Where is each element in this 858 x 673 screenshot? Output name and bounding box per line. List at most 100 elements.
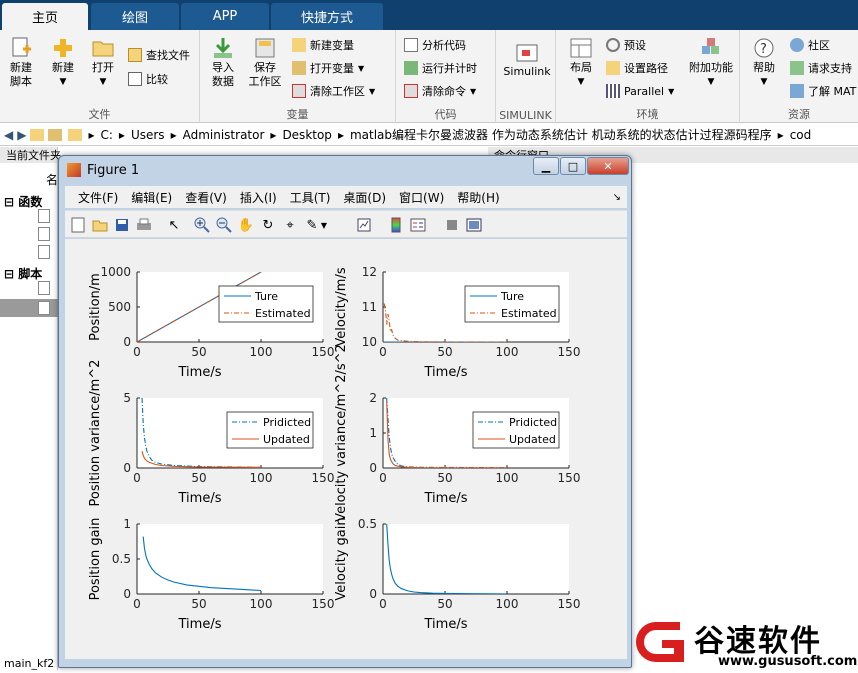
group-scripts[interactable]: ⊟ 脚本 (4, 265, 42, 282)
tab-apps[interactable]: APP (181, 3, 269, 30)
path-segment[interactable]: Users (131, 128, 165, 142)
request-support-button[interactable]: 请求支持 (790, 59, 852, 77)
pan-icon[interactable]: ✋ (237, 216, 255, 234)
matlab-logo-icon (67, 163, 81, 177)
addons-button[interactable]: 附加功能 ▼ (686, 32, 736, 89)
preferences-button[interactable]: 预设 (606, 36, 646, 54)
addons-icon (699, 37, 723, 59)
y-tick-label: 5 (123, 391, 131, 405)
tab-plots[interactable]: 绘图 (91, 3, 179, 30)
clear-workspace-button[interactable]: 清除工作区 ▼ (292, 82, 375, 100)
menu-help[interactable]: 帮助(H) (457, 189, 499, 206)
path-segment[interactable]: matlab编程卡尔曼滤波器 作为动态系统估计 机动系统的状态估计过程源码程序 (350, 126, 772, 143)
community-button[interactable]: 社区 (790, 36, 830, 54)
maximize-button[interactable]: □ (560, 157, 586, 175)
path-segment[interactable]: cod (790, 128, 812, 142)
legend[interactable]: Ture Estimated (464, 285, 560, 323)
link-plot-icon[interactable] (355, 216, 373, 234)
section-variable: 导入 数据 保存 工作区 新建变量 打开变量 ▼ 清除工作区 ▼ 变量 (200, 30, 396, 123)
figure-title: Figure 1 (87, 162, 140, 178)
parallel-button[interactable]: Parallel ▼ (606, 82, 674, 100)
section-label-code: 代码 (434, 108, 457, 121)
column-name-header[interactable]: 名 (46, 171, 58, 188)
tab-home[interactable]: 主页 (2, 3, 88, 30)
import-data-button[interactable]: 导入 数据 (202, 32, 244, 89)
subplot-6[interactable]: 0 50 100 150 0 0.5 Time/s Velocity gain (334, 517, 580, 632)
file-icon[interactable] (38, 209, 50, 223)
save-workspace-button[interactable]: 保存 工作区 (244, 32, 286, 89)
menu-insert[interactable]: 插入(I) (240, 189, 277, 206)
x-tick-label: 150 (558, 597, 581, 611)
clear-commands-button[interactable]: 清除命令 ▼ (404, 82, 476, 100)
subplot-2[interactable]: 0 50 100 150 10 11 12 Time/s Velocity/m/s Ture Est… (334, 265, 580, 380)
layout-button[interactable]: 布局 ▼ (558, 32, 604, 89)
path-segment[interactable]: C: (101, 128, 113, 142)
legend-entry: Estimated (255, 307, 311, 320)
y-axis-label: Velocity variance/m^2/s^2 (334, 344, 349, 522)
forward-icon[interactable]: ▶ (17, 128, 26, 142)
menu-file[interactable]: 文件(F) (78, 189, 118, 206)
data-cursor-icon[interactable]: ⌖ (281, 216, 299, 234)
zoom-out-icon[interactable] (215, 216, 233, 234)
section-environment: 布局 ▼ 预设 设置路径 Parallel ▼ 附加功能 ▼ 环境 (556, 30, 740, 123)
plots-svg: 0 50 100 15005001000Time/sPosition/m TureEst… (88, 265, 580, 632)
browse-folder-icon[interactable] (48, 128, 63, 141)
legend[interactable]: Ture Estimated (218, 285, 314, 323)
find-files-button[interactable]: 查找文件 (128, 46, 190, 64)
x-tick-label: 100 (250, 345, 273, 359)
rotate-3d-icon[interactable]: ↻ (259, 216, 277, 234)
y-tick-label: 1000 (100, 265, 131, 279)
path-segment[interactable]: Administrator (183, 128, 265, 142)
run-and-time-button[interactable]: 运行并计时 (404, 59, 477, 77)
section-simulink: Simulink SIMULINK (496, 30, 556, 123)
path-segment[interactable]: Desktop (282, 128, 332, 142)
new-figure-icon[interactable] (69, 216, 87, 234)
chevron-down-icon[interactable]: ▼ (319, 216, 329, 234)
new-button[interactable]: 新建 ▼ (42, 32, 84, 89)
open-button[interactable]: 打开 ▼ (82, 32, 124, 89)
legend[interactable]: Pridicted Updated (472, 411, 560, 449)
subplot-3[interactable]: 0 50 100 150 0 5 Time/s Position variance/m^2 Pr… (88, 360, 334, 507)
help-button[interactable]: ? 帮助 ▼ (742, 32, 786, 89)
set-path-button[interactable]: 设置路径 (606, 59, 668, 77)
show-plot-tools-icon[interactable] (465, 216, 483, 234)
pointer-icon[interactable]: ↖ (165, 216, 183, 234)
file-icon[interactable] (38, 281, 50, 295)
colorbar-icon[interactable] (387, 216, 405, 234)
subplot-5[interactable]: 0 50 100 150 0 0.5 1 Time/s Position gain (88, 517, 334, 632)
clear-commands-icon (404, 84, 418, 98)
minimize-button[interactable]: ▁ (533, 157, 559, 175)
menu-window[interactable]: 窗口(W) (399, 189, 444, 206)
save-icon[interactable] (113, 216, 131, 234)
legend[interactable]: Pridicted Updated (226, 411, 314, 449)
new-script-button[interactable]: 新建 脚本 (0, 32, 42, 89)
close-button[interactable]: ✕ (587, 157, 629, 175)
file-icon[interactable] (38, 227, 50, 241)
analyze-code-button[interactable]: 分析代码 (404, 36, 466, 54)
subplot-1[interactable]: 0 50 100 150 0 500 1000 Time/s Position/m Ture Est… (88, 265, 334, 380)
menu-tools[interactable]: 工具(T) (290, 189, 331, 206)
simulink-button[interactable]: Simulink (502, 36, 552, 79)
x-tick-label: 100 (496, 597, 519, 611)
menu-desktop[interactable]: 桌面(D) (343, 189, 386, 206)
back-icon[interactable]: ◀ (4, 128, 13, 142)
dock-arrow-icon[interactable]: ↘ (613, 192, 621, 203)
menu-view[interactable]: 查看(V) (185, 189, 227, 206)
file-icon[interactable] (38, 245, 50, 259)
hide-plot-tools-icon[interactable] (443, 216, 461, 234)
tab-shortcuts[interactable]: 快捷方式 (271, 3, 383, 30)
print-icon[interactable] (135, 216, 153, 234)
run-time-icon (404, 61, 418, 75)
compare-button[interactable]: 比较 (128, 70, 168, 88)
open-file-icon[interactable] (91, 216, 109, 234)
maximize-icon: □ (567, 159, 579, 173)
zoom-in-icon[interactable] (193, 216, 211, 234)
new-variable-button[interactable]: 新建变量 (292, 36, 354, 54)
learn-matlab-button[interactable]: 了解 MAT (790, 82, 856, 100)
group-functions[interactable]: ⊟ 函数 (4, 193, 42, 210)
menu-edit[interactable]: 编辑(E) (131, 189, 172, 206)
legend-icon[interactable] (409, 216, 427, 234)
up-folder-icon[interactable] (30, 128, 45, 141)
layout-icon (569, 37, 593, 59)
open-variable-button[interactable]: 打开变量 ▼ (292, 59, 364, 77)
